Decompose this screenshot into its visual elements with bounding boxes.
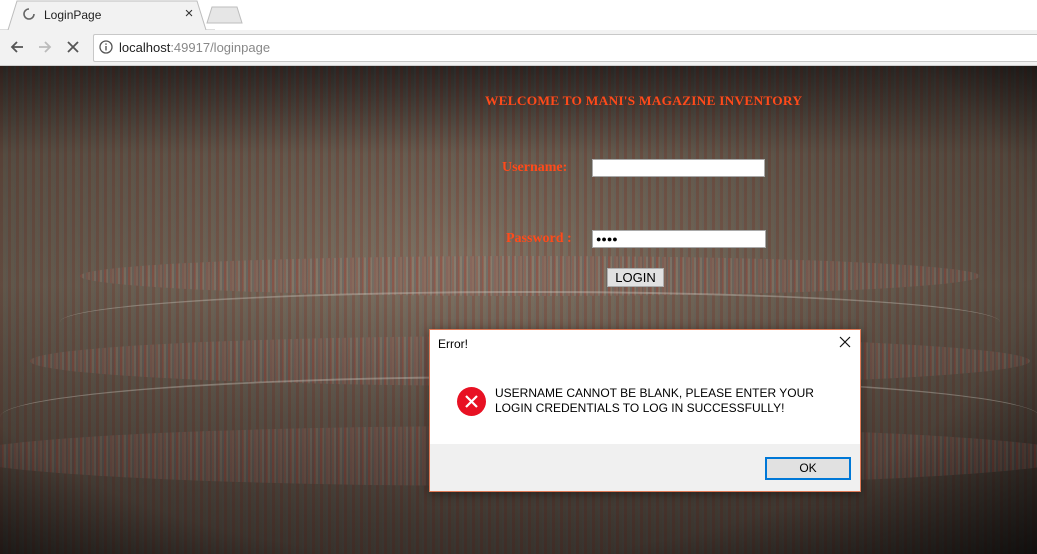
error-icon bbox=[457, 387, 486, 416]
info-icon[interactable] bbox=[99, 40, 113, 54]
background-shelf bbox=[80, 256, 980, 296]
page-title: WELCOME TO MANI'S MAGAZINE INVENTORY bbox=[485, 93, 803, 108]
ok-button[interactable]: OK bbox=[765, 457, 851, 480]
stop-loading-icon[interactable] bbox=[63, 37, 83, 57]
tab-close-icon[interactable]: × bbox=[182, 5, 196, 23]
username-label: Username: bbox=[502, 160, 568, 175]
back-icon[interactable] bbox=[7, 37, 27, 57]
tab-strip: LoginPage × bbox=[0, 0, 1037, 31]
url-path: :49917/loginpage bbox=[170, 40, 271, 55]
error-dialog: Error! USERNAME CANNOT BE BLANK, PLEASE … bbox=[429, 329, 861, 492]
username-input[interactable] bbox=[592, 159, 765, 177]
close-icon[interactable] bbox=[836, 333, 854, 351]
tab-title: LoginPage bbox=[44, 8, 102, 22]
login-button[interactable]: LOGIN bbox=[607, 268, 664, 287]
dialog-title: Error! bbox=[438, 337, 468, 351]
url-text[interactable]: localhost:49917/loginpage bbox=[119, 40, 270, 55]
password-input[interactable]: ●●●● bbox=[592, 230, 766, 248]
browser-toolbar: localhost:49917/loginpage bbox=[0, 30, 1037, 66]
url-host: localhost bbox=[119, 40, 171, 55]
password-label: Password : bbox=[506, 231, 572, 246]
address-bar[interactable]: localhost:49917/loginpage bbox=[93, 34, 1037, 62]
new-tab-button[interactable] bbox=[206, 6, 244, 24]
forward-icon[interactable] bbox=[35, 37, 55, 57]
loading-spinner-icon bbox=[23, 8, 35, 20]
dialog-message: USERNAME CANNOT BE BLANK, PLEASE ENTER Y… bbox=[495, 386, 814, 415]
dialog-footer: OK bbox=[430, 444, 860, 491]
